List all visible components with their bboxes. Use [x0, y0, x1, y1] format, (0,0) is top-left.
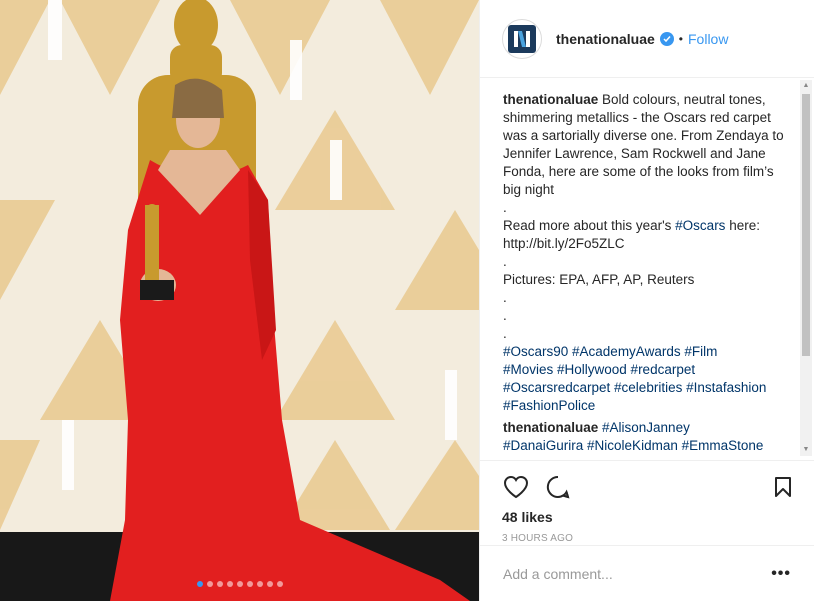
post-image: [0, 0, 479, 601]
hashtag-link[interactable]: #Oscars: [675, 218, 725, 233]
comments-list[interactable]: thenationaluae Bold colours, neutral ton…: [480, 79, 814, 457]
carousel-dot: [226, 581, 233, 587]
list-item: thenationaluae #AlisonJanney #DanaiGurir…: [503, 419, 791, 455]
carousel-dot: [236, 581, 243, 587]
carousel-dot: [216, 581, 223, 587]
hashtag-links[interactable]: #Oscars90 #AcademyAwards #Film #Movies #…: [503, 344, 766, 413]
post-actions: 48 likes 3 HOURS AGO: [480, 460, 814, 544]
comments-scrollbar[interactable]: ▲ ▼: [800, 80, 812, 456]
comment-username[interactable]: thenationaluae: [503, 420, 598, 435]
carousel-dot: [266, 581, 273, 587]
likes-count[interactable]: 48 likes: [502, 509, 793, 525]
carousel-dot: [256, 581, 263, 587]
verified-badge-icon: [659, 31, 674, 46]
comment-input[interactable]: [503, 565, 772, 582]
post-photo[interactable]: [0, 0, 479, 601]
scroll-up-icon[interactable]: ▲: [800, 80, 812, 92]
post-header: thenationaluae • Follow: [480, 0, 814, 78]
scrollbar-thumb[interactable]: [802, 94, 810, 356]
carousel-dot: [276, 581, 283, 587]
post-timestamp: 3 HOURS AGO: [502, 533, 574, 544]
scroll-down-icon[interactable]: ▼: [800, 444, 812, 456]
bookmark-icon[interactable]: [769, 473, 797, 501]
comment-username[interactable]: thenationaluae: [503, 92, 598, 107]
caption-comment: thenationaluae Bold colours, neutral ton…: [503, 91, 791, 415]
carousel-indicator: [0, 581, 479, 587]
add-comment-bar: •••: [480, 545, 814, 601]
heart-icon[interactable]: [502, 473, 530, 501]
separator-dot: •: [678, 31, 683, 46]
follow-button[interactable]: Follow: [688, 31, 728, 47]
brand-logo-icon: [508, 24, 536, 53]
caption-text-2: here: http://bit.ly/2Fo5ZLC . Pictures: …: [503, 218, 760, 341]
carousel-dot: [196, 581, 203, 587]
username[interactable]: thenationaluae: [556, 31, 655, 47]
carousel-dot: [246, 581, 253, 587]
avatar[interactable]: [502, 18, 542, 59]
carousel-dot: [206, 581, 213, 587]
more-options-icon[interactable]: •••: [771, 565, 791, 583]
caption-text: Bold colours, neutral tones, shimmering …: [503, 92, 784, 233]
comment-icon[interactable]: [544, 473, 572, 501]
post-sidebar: thenationaluae • Follow thenationaluae B…: [479, 0, 814, 601]
